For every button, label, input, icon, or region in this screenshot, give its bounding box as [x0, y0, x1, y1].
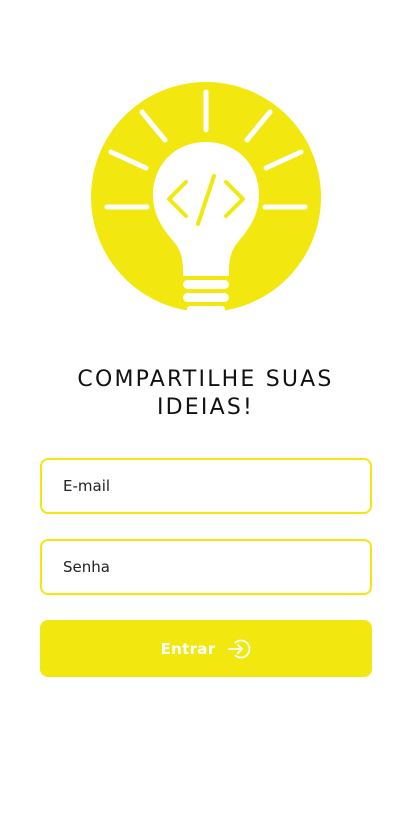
email-field[interactable]	[40, 458, 372, 514]
email-input[interactable]	[61, 476, 370, 496]
page-title-line-2: IDEIAS!	[156, 395, 255, 420]
lightbulb-code-logo-icon	[91, 82, 321, 312]
password-input[interactable]	[61, 557, 370, 577]
login-button-label: Entrar	[160, 639, 216, 658]
login-button[interactable]: Entrar	[40, 620, 372, 677]
page-title-line-1: COMPARTILHE SUAS	[77, 367, 334, 392]
page-title: COMPARTILHE SUAS IDEIAS!	[0, 366, 411, 422]
password-field[interactable]	[40, 539, 372, 595]
sign-in-arrow-icon	[228, 639, 251, 658]
